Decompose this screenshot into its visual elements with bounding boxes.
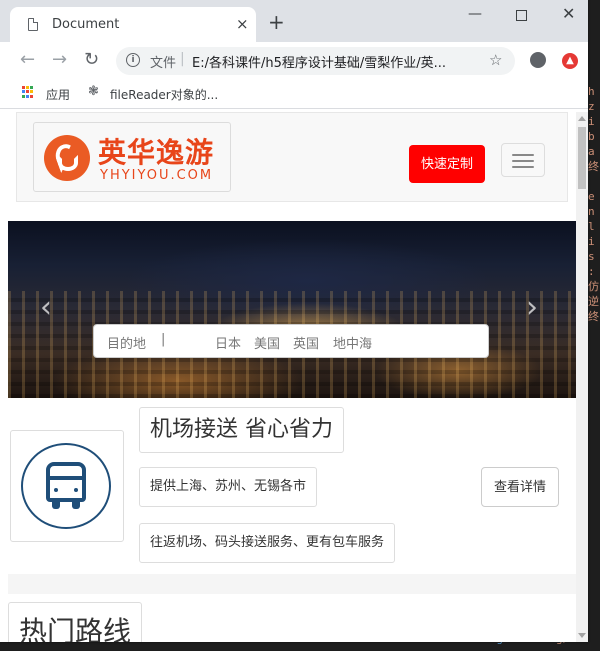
protocol-label: 文件 [150, 56, 177, 71]
page-viewport: 英华逸游 YHYIYOU.COM 快速定制 ‹ › 目的地 | 日本 美国 英国… [8, 112, 576, 642]
menu-toggle-button[interactable] [501, 143, 545, 177]
scroll-down-icon[interactable] [578, 633, 586, 638]
destination-tag[interactable]: 地中海 [333, 333, 372, 352]
forward-arrow-icon[interactable]: → [52, 50, 67, 70]
site-logo[interactable]: 英华逸游 YHYIYOU.COM [33, 122, 231, 192]
page-scrollbar[interactable] [576, 112, 588, 642]
view-details-button[interactable]: 查看详情 [481, 467, 559, 507]
close-window-button[interactable]: ✕ [562, 6, 575, 22]
editor-code-char: s [588, 250, 595, 263]
scroll-thumb[interactable] [578, 127, 586, 189]
carousel-prev-icon[interactable]: ‹ [40, 293, 52, 323]
section-divider [8, 574, 576, 594]
tab-strip: Document × + — ✕ [0, 0, 588, 42]
logo-name-cn: 英华逸游 [98, 136, 215, 169]
destination-tag[interactable]: 英国 [293, 333, 319, 352]
new-tab-button[interactable]: + [268, 12, 285, 32]
tab-title: Document [52, 17, 120, 32]
editor-code-char: 仿 [588, 280, 599, 293]
site-navbar: 英华逸游 YHYIYOU.COM 快速定制 [16, 112, 568, 202]
tab-close-icon[interactable]: × [236, 14, 249, 34]
back-arrow-icon[interactable]: ← [20, 50, 35, 70]
hot-routes-title: 热门路线 [8, 602, 143, 642]
editor-code-char: h [588, 85, 595, 98]
bookmark-star-icon[interactable]: ☆ [489, 51, 502, 69]
destination-tag[interactable]: 美国 [254, 333, 280, 352]
bus-wheel [52, 501, 60, 509]
bookmarks-bar: 应用 ❃ fileReader对象的... [0, 80, 588, 109]
account-icon[interactable] [530, 52, 546, 68]
editor-code-char: 终 [588, 310, 599, 323]
service-line: 往返机场、码头接送服务、更有包车服务 [139, 523, 396, 563]
logo-mark-icon [44, 135, 90, 181]
service-line: 提供上海、苏州、无锡各市 [139, 467, 318, 507]
logo-name-en: YHYIYOU.COM [100, 168, 214, 183]
search-separator: | [161, 332, 166, 347]
address-separator: | [180, 51, 185, 67]
service-icon-box [10, 430, 124, 542]
editor-code-char: z [588, 100, 595, 113]
gear-icon: ❃ [88, 84, 99, 99]
info-icon[interactable]: i [126, 53, 140, 67]
carousel-next-icon[interactable]: › [526, 293, 538, 323]
destination-placeholder: 目的地 [107, 337, 147, 352]
tab-document[interactable]: Document × [10, 7, 256, 42]
editor-code-char: b [588, 130, 595, 143]
destination-tag[interactable]: 日本 [215, 333, 241, 352]
service-title: 机场接送 省心省力 [139, 407, 344, 453]
address-bar[interactable]: i 文件 | E:/各科课件/h5程序设计基础/雪梨作业/英... [116, 47, 515, 75]
bookmark-filereader[interactable]: fileReader对象的... [110, 86, 218, 103]
editor-code-edge: hziba终 enlis:仿逆终 [588, 84, 600, 324]
hero-carousel: ‹ › [8, 221, 576, 398]
maximize-button[interactable] [516, 10, 527, 21]
editor-code-char: n [588, 205, 595, 218]
editor-code-char: 终 [588, 160, 599, 173]
browser-window: Document × + — ✕ ← → ↻ i 文件 | E:/各科课件/h5… [0, 0, 588, 642]
editor-code-char: : [588, 265, 595, 278]
editor-code-char [588, 174, 600, 189]
quick-customize-button[interactable]: 快速定制 [409, 145, 485, 183]
hamburger-icon [512, 160, 534, 162]
document-icon [28, 18, 38, 31]
scroll-up-icon[interactable] [578, 116, 586, 121]
hamburger-icon [512, 154, 534, 156]
editor-code-char: l [588, 220, 595, 233]
editor-code-char: i [588, 115, 595, 128]
editor-code-char: i [588, 235, 595, 248]
extension-icon[interactable]: ▲ [562, 53, 578, 69]
browser-toolbar: ← → ↻ i 文件 | E:/各科课件/h5程序设计基础/雪梨作业/英... … [0, 42, 588, 80]
minimize-button[interactable]: — [468, 6, 482, 22]
hamburger-icon [512, 166, 534, 168]
editor-code-char: 逆 [588, 295, 599, 308]
destination-search[interactable]: 目的地 | 日本 美国 英国 地中海 [93, 324, 489, 358]
editor-code-char: e [588, 190, 595, 203]
editor-code-char: a [588, 145, 595, 158]
apps-grid-icon[interactable] [22, 86, 34, 98]
bus-body [46, 462, 86, 502]
bus-wheel [72, 501, 80, 509]
reload-icon[interactable]: ↻ [84, 50, 99, 70]
bookmark-apps[interactable]: 应用 [46, 86, 70, 103]
bus-icon [21, 443, 111, 529]
url-text[interactable]: E:/各科课件/h5程序设计基础/雪梨作业/英... [192, 52, 446, 71]
airport-transfer-section: 机场接送 省心省力 提供上海、苏州、无锡各市 往返机场、码头接送服务、更有包车服… [8, 398, 576, 575]
